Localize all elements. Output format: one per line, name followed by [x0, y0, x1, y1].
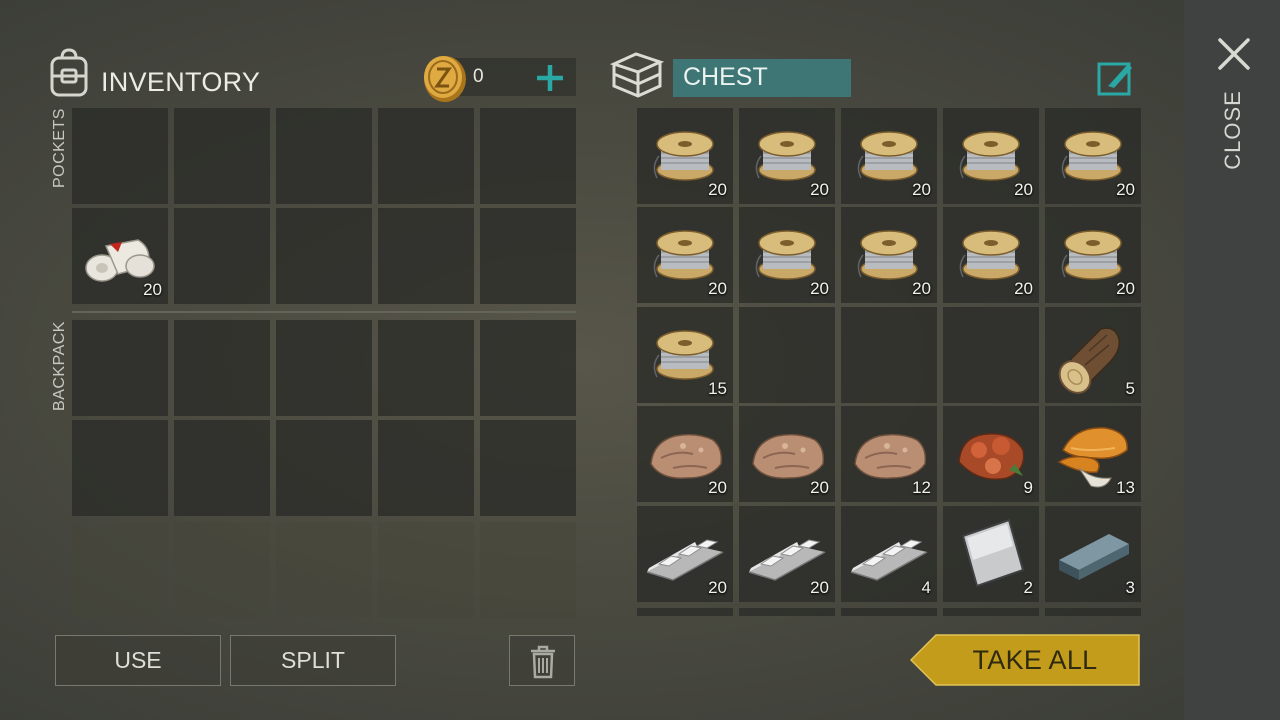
inventory-slot[interactable]: [841, 307, 937, 403]
item-quantity: 20: [708, 180, 727, 199]
inventory-slot[interactable]: [943, 307, 1039, 403]
inventory-slot[interactable]: 20: [739, 108, 835, 204]
chest-icon: [610, 52, 664, 98]
item-quantity: 20: [708, 279, 727, 298]
item-quantity: 20: [810, 279, 829, 298]
inventory-slot[interactable]: 20: [739, 207, 835, 303]
use-button[interactable]: USE: [55, 635, 221, 686]
item-quantity: 15: [708, 379, 727, 398]
inventory-slot-locked[interactable]: [276, 522, 372, 618]
item-quantity: 4: [921, 578, 931, 597]
take-all-label[interactable]: TAKE ALL: [935, 634, 1135, 686]
inventory-slot[interactable]: 9: [943, 406, 1039, 502]
delete-button[interactable]: [509, 635, 575, 686]
inventory-slot-partial[interactable]: [637, 608, 733, 616]
backpack-label: BACKPACK: [51, 321, 68, 411]
item-quantity: 20: [912, 180, 931, 199]
item-quantity: 20: [810, 578, 829, 597]
item-quantity: 20: [912, 279, 931, 298]
inventory-slot-locked[interactable]: [72, 522, 168, 618]
inventory-slot[interactable]: 3: [1045, 506, 1141, 602]
close-icon[interactable]: [1216, 36, 1252, 72]
inventory-slot[interactable]: [72, 108, 168, 204]
item-quantity: 20: [1116, 279, 1135, 298]
inventory-slot[interactable]: 20: [943, 207, 1039, 303]
item-quantity: 2: [1023, 578, 1033, 597]
close-label[interactable]: CLOSE: [1220, 90, 1246, 170]
inventory-slot[interactable]: [378, 208, 474, 304]
inventory-slot[interactable]: 2: [943, 506, 1039, 602]
inventory-slot[interactable]: 20: [739, 406, 835, 502]
inventory-slot[interactable]: [480, 108, 576, 204]
inventory-title: INVENTORY: [101, 67, 261, 97]
inventory-slot[interactable]: [174, 320, 270, 416]
inventory-slot[interactable]: 20: [841, 108, 937, 204]
edit-icon[interactable]: [1096, 58, 1136, 98]
inventory-slot[interactable]: [480, 320, 576, 416]
inventory-slot[interactable]: [276, 320, 372, 416]
add-coins-button[interactable]: [532, 60, 568, 96]
inventory-slot-locked[interactable]: [174, 522, 270, 618]
item-quantity: 20: [1014, 180, 1033, 199]
inventory-slot-partial[interactable]: [943, 608, 1039, 616]
coin-icon: [424, 56, 466, 102]
inventory-slot[interactable]: 20: [841, 207, 937, 303]
inventory-slot[interactable]: 12: [841, 406, 937, 502]
inventory-slot[interactable]: [276, 108, 372, 204]
inventory-slot[interactable]: 15: [637, 307, 733, 403]
inventory-slot[interactable]: [174, 420, 270, 516]
item-quantity: 9: [1023, 478, 1033, 497]
inventory-slot[interactable]: [378, 420, 474, 516]
item-quantity: 3: [1125, 578, 1135, 597]
item-quantity: 12: [912, 478, 931, 497]
item-quantity: 20: [708, 478, 727, 497]
inventory-slot[interactable]: 4: [841, 506, 937, 602]
inventory-slot[interactable]: 20: [739, 506, 835, 602]
item-quantity: 13: [1116, 478, 1135, 497]
inventory-slot-locked[interactable]: [480, 522, 576, 618]
inventory-slot-partial[interactable]: [739, 608, 835, 616]
inventory-slot-locked[interactable]: [378, 522, 474, 618]
inventory-slot[interactable]: 20: [637, 406, 733, 502]
inventory-slot[interactable]: 20: [637, 506, 733, 602]
item-quantity: 20: [1014, 279, 1033, 298]
inventory-slot-partial[interactable]: [841, 608, 937, 616]
backpack-icon: [50, 48, 88, 97]
section-divider: [72, 311, 576, 313]
item-quantity: 5: [1125, 379, 1135, 398]
inventory-slot[interactable]: 20: [637, 207, 733, 303]
item-quantity: 20: [810, 180, 829, 199]
item-quantity: 20: [810, 478, 829, 497]
inventory-slot[interactable]: [72, 420, 168, 516]
pockets-label: POCKETS: [51, 108, 68, 188]
trash-icon: [531, 645, 555, 679]
item-quantity: 20: [708, 578, 727, 597]
inventory-slot[interactable]: [174, 108, 270, 204]
inventory-slot[interactable]: [480, 208, 576, 304]
inventory-slot[interactable]: [276, 208, 372, 304]
inventory-slot[interactable]: 20: [1045, 207, 1141, 303]
inventory-slot-partial[interactable]: [1045, 608, 1141, 616]
inventory-slot[interactable]: 20: [1045, 108, 1141, 204]
inventory-slot[interactable]: [174, 208, 270, 304]
split-button[interactable]: SPLIT: [230, 635, 396, 686]
inventory-slot[interactable]: 13: [1045, 406, 1141, 502]
inventory-slot[interactable]: 20: [943, 108, 1039, 204]
coin-value: 0: [473, 66, 484, 87]
item-quantity: 20: [1116, 180, 1135, 199]
inventory-slot[interactable]: 5: [1045, 307, 1141, 403]
inventory-slot[interactable]: [739, 307, 835, 403]
inventory-slot[interactable]: [378, 108, 474, 204]
item-quantity: 20: [143, 280, 162, 299]
inventory-slot[interactable]: [276, 420, 372, 516]
inventory-slot[interactable]: 20: [637, 108, 733, 204]
inventory-slot[interactable]: [378, 320, 474, 416]
inventory-slot[interactable]: 20: [72, 208, 168, 304]
inventory-slot[interactable]: [480, 420, 576, 516]
inventory-slot[interactable]: [72, 320, 168, 416]
chest-name-field[interactable]: CHEST: [673, 59, 851, 97]
